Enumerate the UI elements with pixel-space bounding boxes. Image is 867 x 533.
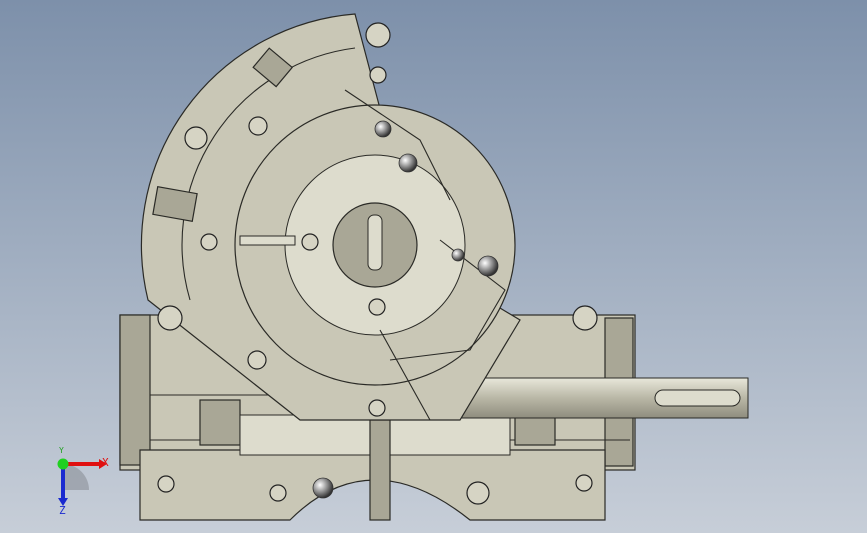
output-shaft bbox=[459, 377, 749, 419]
x-axis-label: X bbox=[102, 456, 109, 469]
y-axis-label: Y bbox=[59, 446, 64, 455]
z-axis-label: Z bbox=[59, 504, 66, 517]
orientation-triad[interactable]: X Y Z bbox=[44, 446, 114, 518]
model-viewport[interactable] bbox=[0, 0, 867, 533]
